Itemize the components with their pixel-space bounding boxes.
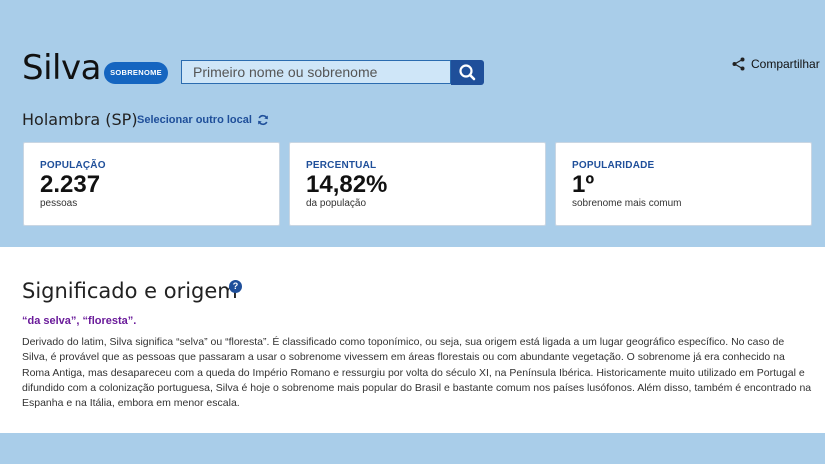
change-location-label: Selecionar outro local (137, 114, 252, 126)
search-button[interactable] (451, 60, 484, 85)
search-icon (459, 64, 476, 81)
change-location-link[interactable]: Selecionar outro local (137, 114, 269, 126)
stat-card-population: POPULAÇÃO 2.237 pessoas (23, 142, 280, 226)
share-label: Compartilhar (751, 57, 820, 71)
section-heading: Significado e origem (22, 279, 238, 303)
share-icon (732, 57, 745, 71)
stat-card-popularity: POPULARIDADE 1º sobrenome mais comum (555, 142, 812, 226)
share-button[interactable]: Compartilhar (732, 57, 820, 71)
stat-value: 14,82% (306, 171, 388, 198)
stat-value: 1º (572, 171, 595, 198)
stat-label: POPULAÇÃO (40, 160, 106, 171)
stat-card-percentage: PERCENTUAL 14,82% da população (289, 142, 546, 226)
help-icon[interactable]: ? (229, 280, 242, 293)
stat-subtext: pessoas (40, 198, 78, 209)
page-title: Silva (22, 48, 101, 88)
search-input[interactable]: Primeiro nome ou sobrenome (181, 60, 451, 84)
meaning-summary: “da selva”, “floresta”. (22, 315, 137, 327)
stat-subtext: sobrenome mais comum (572, 198, 682, 209)
meaning-paragraph: Derivado do latim, Silva significa “selv… (22, 336, 812, 410)
location-name: Holambra (SP) (22, 110, 138, 129)
refresh-icon (258, 114, 268, 126)
stat-subtext: da população (306, 198, 367, 209)
stat-label: POPULARIDADE (572, 160, 655, 171)
surname-badge: SOBRENOME (104, 62, 168, 84)
stat-label: PERCENTUAL (306, 160, 377, 171)
stat-value: 2.237 (40, 171, 101, 198)
